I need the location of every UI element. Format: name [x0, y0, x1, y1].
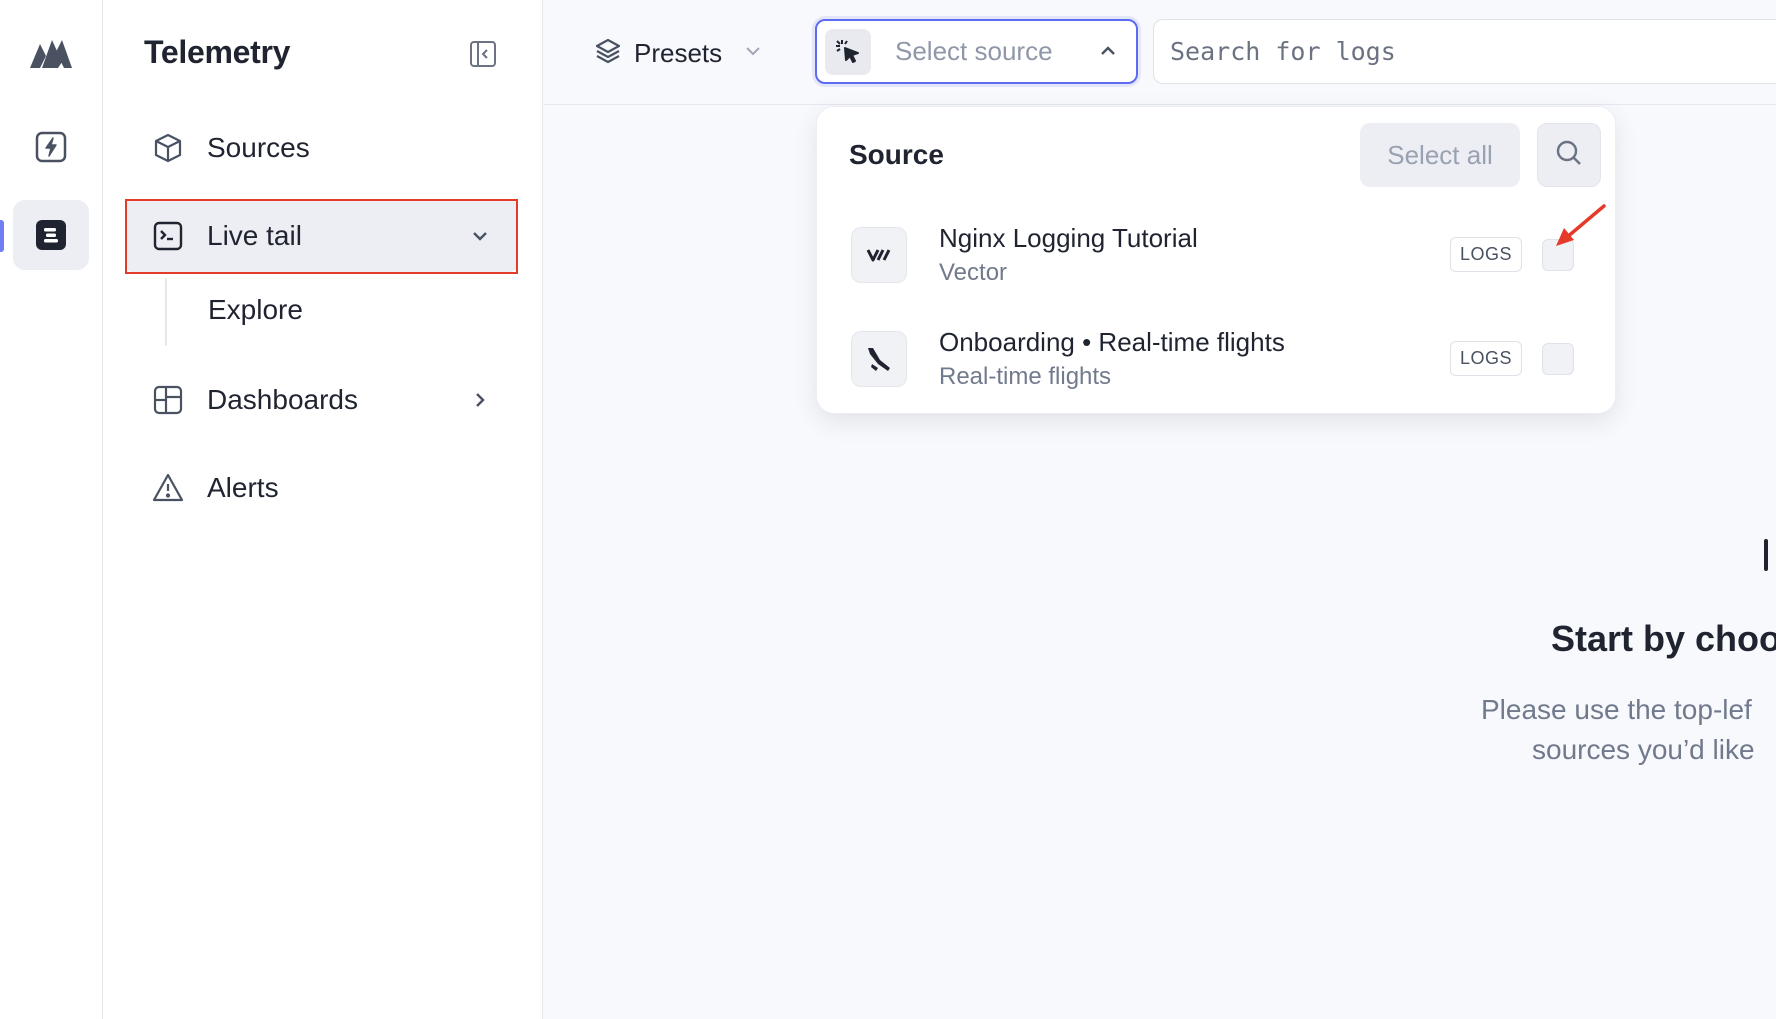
search-logs-field[interactable] [1153, 19, 1776, 84]
sidebar-item-label: Alerts [207, 472, 279, 503]
logs-badge: LOGS [1450, 237, 1522, 272]
cube-icon [151, 131, 185, 165]
presets-label: Presets [634, 37, 723, 68]
vector-logo-icon [851, 227, 907, 283]
chevron-down-icon[interactable] [466, 222, 494, 250]
source-subtitle: Vector [939, 259, 1008, 286]
logs-icon[interactable] [13, 200, 89, 270]
source-name: Onboarding • Real-time flights [939, 327, 1285, 357]
toolbar: Presets Select source [544, 0, 1776, 105]
dropdown-title: Source [849, 139, 944, 170]
source-subtitle: Real-time flights [939, 363, 1112, 390]
empty-state-graphic [1764, 539, 1768, 571]
sidebar: Telemetry Sources Live tail Explore Dash… [103, 0, 543, 1019]
presets-button[interactable]: Presets [594, 32, 764, 74]
empty-state-text: sources you’d like [1532, 734, 1755, 765]
dashboard-icon [151, 383, 185, 417]
search-input[interactable] [1170, 32, 1770, 70]
source-dropdown-panel: Source Select all Nginx Logging Tutorial… [816, 106, 1616, 414]
select-source-dropdown[interactable]: Select source [815, 19, 1138, 84]
list-item[interactable]: Nginx Logging Tutorial Vector LOGS [849, 217, 1589, 297]
layers-icon [594, 37, 622, 70]
sidebar-item-live-tail[interactable]: Live tail [125, 200, 518, 272]
search-icon [1554, 138, 1584, 173]
source-name: Nginx Logging Tutorial [939, 223, 1198, 253]
chevron-up-icon [1096, 39, 1120, 68]
lightning-icon[interactable] [13, 112, 89, 182]
icon-rail [0, 0, 103, 1019]
terminal-icon [151, 219, 185, 253]
search-sources-button[interactable] [1537, 123, 1601, 187]
empty-state-title: Start by choo [1551, 618, 1776, 659]
sidebar-item-dashboards[interactable]: Dashboards [125, 364, 518, 436]
airplane-icon [851, 331, 907, 387]
source-checkbox[interactable] [1542, 343, 1574, 375]
select-all-button[interactable]: Select all [1360, 123, 1520, 187]
page-title: Telemetry [144, 34, 291, 70]
collapse-sidebar-icon[interactable] [469, 40, 497, 68]
sidebar-item-label: Live tail [207, 220, 302, 251]
sidebar-item-alerts[interactable]: Alerts [125, 452, 518, 524]
annotation-arrow-icon [1552, 202, 1608, 250]
alert-triangle-icon [151, 471, 185, 505]
submenu-guide-line [165, 278, 167, 346]
sidebar-item-label: Sources [207, 132, 310, 163]
select-source-placeholder: Select source [895, 36, 1053, 66]
sidebar-item-label: Dashboards [207, 384, 358, 415]
cursor-click-icon [825, 28, 871, 75]
sidebar-item-sources[interactable]: Sources [125, 112, 518, 184]
sidebar-item-explore[interactable]: Explore [208, 294, 303, 326]
chevron-down-icon [742, 40, 764, 67]
list-item[interactable]: Onboarding • Real-time flights Real-time… [849, 321, 1589, 401]
chevron-right-icon[interactable] [466, 386, 494, 414]
active-indicator [0, 220, 4, 252]
empty-state-text: Please use the top-lef [1481, 694, 1752, 725]
logs-badge: LOGS [1450, 341, 1522, 376]
logo-icon[interactable] [28, 34, 74, 70]
